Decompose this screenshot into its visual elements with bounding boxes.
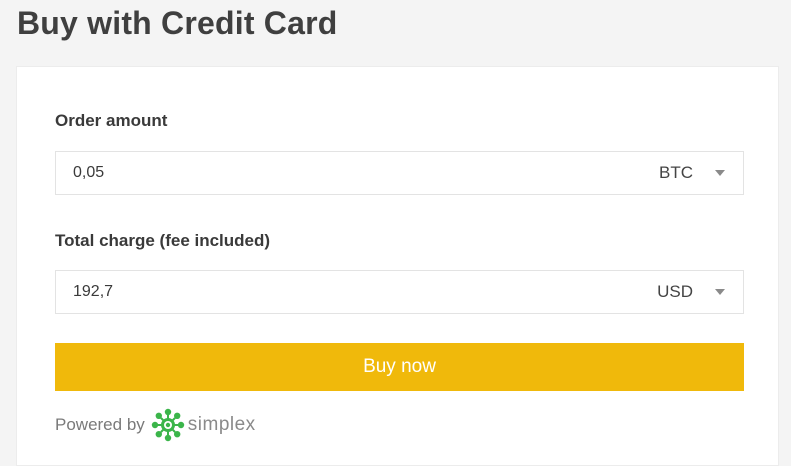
simplex-logo-icon [151,408,184,442]
total-charge-field: USD [55,270,744,314]
total-currency-label: USD [657,282,693,301]
total-charge-label: Total charge (fee included) [55,231,271,250]
total-currency-select[interactable]: USD [657,271,743,313]
buy-card: Order amount BTC Total charge (fee inclu… [16,66,779,466]
order-amount-input[interactable] [56,152,659,194]
page-title: Buy with Credit Card [17,5,338,41]
buy-now-button[interactable]: Buy now [55,343,744,391]
order-amount-label: Order amount [55,111,168,130]
order-amount-field: BTC [55,151,744,195]
chevron-down-icon [715,289,725,295]
powered-by-footer: Powered by simplex [55,407,256,443]
powered-by-text: Powered by [55,415,145,434]
total-charge-input[interactable] [56,271,658,313]
order-currency-select[interactable]: BTC [659,152,743,194]
chevron-down-icon [715,170,725,176]
simplex-wordmark: simplex [187,414,256,435]
order-currency-label: BTC [659,163,693,182]
